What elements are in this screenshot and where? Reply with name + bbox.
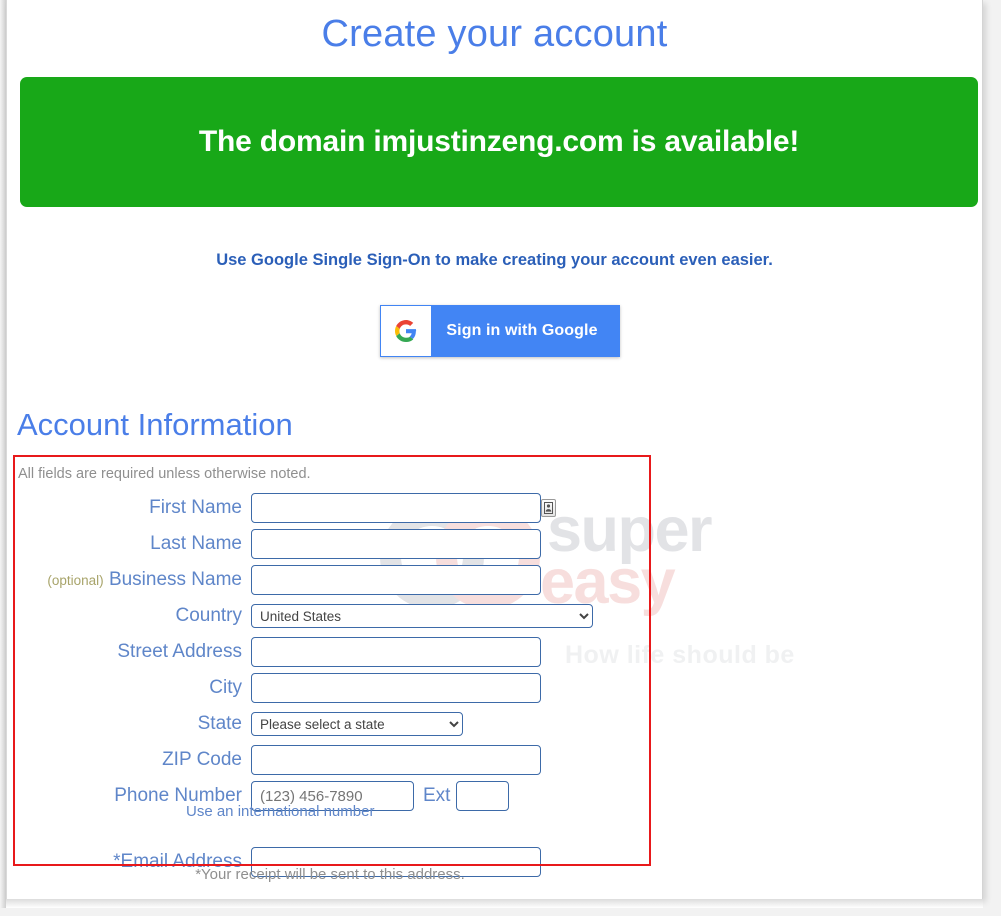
receipt-note: *Your receipt will be sent to this addre… (195, 866, 465, 883)
google-g-icon (381, 306, 431, 356)
form-row-business-name: (optional) Business Name (0, 562, 660, 598)
country-label: Country (175, 605, 242, 626)
account-information-heading: Account Information (17, 407, 293, 442)
account-information-form: First Name Last Name (optional) Business… (0, 490, 660, 880)
page-bottom-edge (6, 899, 983, 908)
state-label: State (197, 713, 242, 734)
domain-available-banner: The domain imjustinzeng.com is available… (20, 77, 978, 207)
street-address-label: Street Address (117, 641, 242, 662)
form-row-last-name: Last Name (0, 526, 660, 562)
zip-code-label: ZIP Code (162, 749, 242, 770)
screenshot-root: super easy How life should be Create you… (0, 0, 1001, 916)
first-name-input[interactable] (251, 493, 541, 523)
domain-available-text: The domain imjustinzeng.com is available… (198, 125, 800, 158)
business-name-optional-tag: (optional) (47, 573, 104, 588)
state-select[interactable]: Please select a state (251, 712, 463, 736)
business-name-input[interactable] (251, 565, 541, 595)
last-name-input[interactable] (251, 529, 541, 559)
form-row-country: Country United States (0, 598, 660, 634)
extension-label: Ext (423, 785, 451, 806)
zip-code-input[interactable] (251, 745, 541, 775)
form-row-city: City (0, 670, 660, 706)
city-label: City (209, 677, 242, 698)
business-name-label-text: Business Name (108, 569, 242, 590)
city-input[interactable] (251, 673, 541, 703)
last-name-label: Last Name (150, 533, 242, 554)
page-title: Create your account (321, 13, 668, 55)
google-sso-prompt: Use Google Single Sign-On to make creati… (216, 251, 773, 269)
form-row-zip-code: ZIP Code (0, 742, 660, 778)
google-button-label: Sign in with Google (446, 322, 598, 339)
first-name-label: First Name (149, 497, 242, 518)
business-name-label: (optional) Business Name (0, 569, 251, 591)
form-row-first-name: First Name (0, 490, 660, 526)
contact-card-icon[interactable] (541, 499, 556, 517)
sign-in-with-google-button[interactable]: Sign in with Google (380, 305, 620, 357)
form-row-state: State Please select a state (0, 706, 660, 742)
street-address-input[interactable] (251, 637, 541, 667)
extension-input[interactable] (456, 781, 510, 811)
international-number-link[interactable]: Use an international number (186, 803, 374, 820)
form-row-street-address: Street Address (0, 634, 660, 670)
required-fields-note: All fields are required unless otherwise… (18, 466, 311, 482)
country-select[interactable]: United States (251, 604, 593, 628)
